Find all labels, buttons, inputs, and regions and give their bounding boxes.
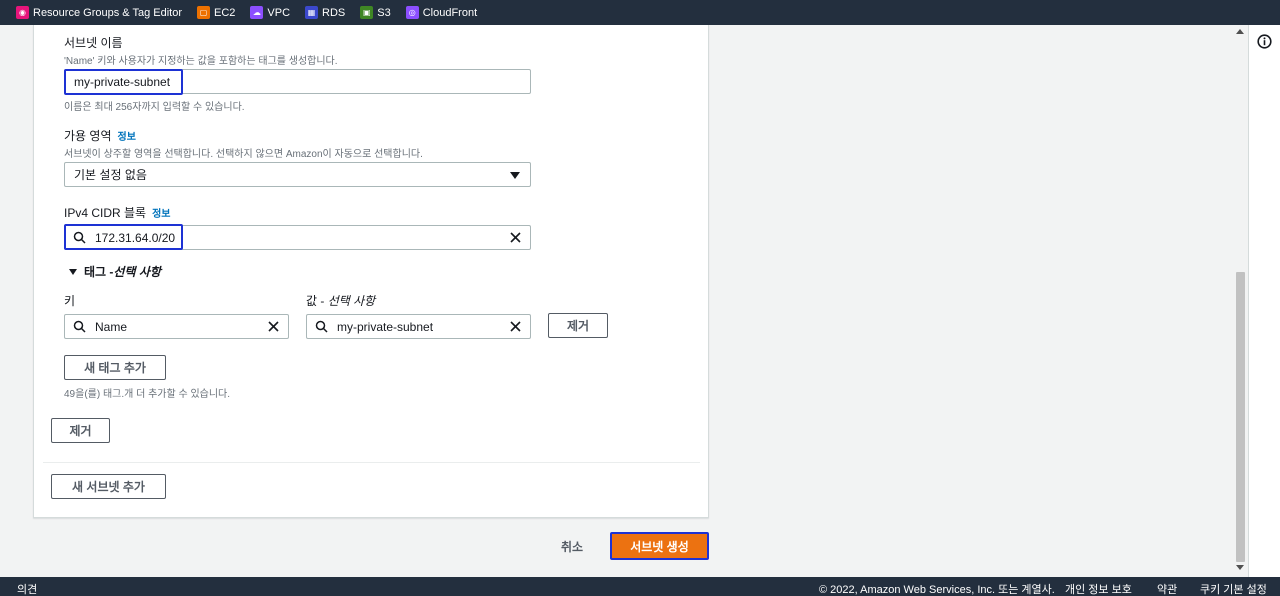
tag-key-label: 키 bbox=[64, 294, 76, 308]
s3-icon: ▣ bbox=[360, 6, 374, 19]
add-subnet-button[interactable]: 새 서브넷 추가 bbox=[51, 474, 166, 499]
favorite-label: Resource Groups & Tag Editor bbox=[33, 6, 182, 19]
create-subnet-button[interactable]: 서브넷 생성 bbox=[610, 532, 709, 560]
privacy-link[interactable]: 개인 정보 보호 bbox=[1065, 581, 1132, 596]
favorite-resource-groups[interactable]: ◉ Resource Groups & Tag Editor bbox=[16, 6, 182, 19]
feedback-link[interactable]: 의견 bbox=[17, 581, 37, 596]
tag-value-label: 값 - 선택 사항 bbox=[306, 292, 375, 309]
availability-zone-description: 서브넷이 상주할 영역을 선택합니다. 선택하지 않으면 Amazon이 자동으… bbox=[64, 149, 423, 160]
availability-zone-select[interactable]: 기본 설정 없음 bbox=[64, 162, 531, 187]
caret-down-icon bbox=[69, 268, 77, 275]
tags-section-toggle[interactable]: 태그 - 선택 사항 bbox=[69, 263, 161, 280]
search-icon bbox=[315, 320, 328, 333]
favorites-bar: ◉ Resource Groups & Tag Editor ▢ EC2 ☁ V… bbox=[0, 0, 1280, 25]
availability-zone-info-link[interactable]: 정보 bbox=[118, 132, 136, 143]
cancel-button[interactable]: 취소 bbox=[555, 536, 589, 556]
favorite-s3[interactable]: ▣ S3 bbox=[360, 6, 391, 19]
tag-key-input[interactable]: Name bbox=[64, 314, 289, 339]
tags-section-label-optional: 선택 사항 bbox=[113, 265, 161, 279]
help-panel-rail bbox=[1248, 25, 1280, 577]
tag-value-label-optional: 선택 사항 bbox=[327, 294, 376, 308]
favorite-vpc[interactable]: ☁ VPC bbox=[250, 6, 290, 19]
close-icon[interactable] bbox=[267, 320, 280, 333]
search-icon bbox=[73, 320, 86, 333]
availability-zone-label-text: 가용 영역 bbox=[64, 129, 112, 143]
rds-icon: ▦ bbox=[305, 6, 319, 19]
info-icon[interactable] bbox=[1257, 34, 1272, 49]
focus-ring bbox=[64, 69, 183, 95]
favorite-label: S3 bbox=[377, 6, 391, 19]
availability-zone-selected: 기본 설정 없음 bbox=[74, 168, 147, 182]
tags-remaining-note: 49을(를) 태그.개 더 추가할 수 있습니다. bbox=[64, 389, 231, 400]
subnet-name-label: 서브넷 이름 bbox=[64, 36, 123, 50]
tag-value-input[interactable]: my-private-subnet bbox=[306, 314, 531, 339]
favorite-cloudfront[interactable]: ◎ CloudFront bbox=[405, 6, 478, 19]
scroll-up-arrow-icon[interactable] bbox=[1236, 29, 1244, 34]
subnet-name-description: 'Name' 키와 사용자가 지정하는 값을 포함하는 태그를 생성합니다. bbox=[64, 56, 338, 67]
favorite-label: RDS bbox=[322, 6, 346, 19]
close-icon[interactable] bbox=[509, 231, 522, 244]
ec2-icon: ▢ bbox=[196, 6, 210, 19]
close-icon[interactable] bbox=[509, 320, 522, 333]
tags-section-label-prefix: 태그 - bbox=[84, 265, 114, 279]
cloudfront-icon: ◎ bbox=[405, 6, 419, 19]
add-tag-button[interactable]: 새 태그 추가 bbox=[64, 355, 166, 380]
tag-value-label-prefix: 값 - bbox=[306, 294, 328, 308]
tag-key-value: Name bbox=[95, 319, 128, 334]
resource-groups-icon: ◉ bbox=[16, 6, 29, 19]
focus-ring bbox=[64, 224, 183, 250]
terms-link[interactable]: 약관 bbox=[1157, 581, 1177, 596]
favorite-rds[interactable]: ▦ RDS bbox=[305, 6, 345, 19]
remove-tag-button[interactable]: 제거 bbox=[548, 313, 608, 338]
vpc-icon: ☁ bbox=[250, 6, 264, 19]
ipv4-cidr-label-text: IPv4 CIDR 블록 bbox=[64, 206, 147, 220]
subnet-name-constraint: 이름은 최대 256자까지 입력할 수 있습니다. bbox=[64, 102, 245, 113]
favorite-label: CloudFront bbox=[422, 6, 478, 19]
ipv4-cidr-info-link[interactable]: 정보 bbox=[152, 209, 170, 220]
subnet-settings-panel: 서브넷 이름 'Name' 키와 사용자가 지정하는 값을 포함하는 태그를 생… bbox=[33, 25, 709, 518]
scroll-down-arrow-icon[interactable] bbox=[1236, 565, 1244, 570]
availability-zone-label: 가용 영역 정보 bbox=[64, 127, 136, 144]
remove-subnet-button[interactable]: 제거 bbox=[51, 418, 110, 443]
favorite-label: VPC bbox=[267, 6, 291, 19]
cookie-preferences-link[interactable]: 쿠키 기본 설정 bbox=[1200, 581, 1267, 596]
caret-down-icon bbox=[510, 172, 520, 179]
favorite-ec2[interactable]: ▢ EC2 bbox=[196, 6, 236, 19]
ipv4-cidr-label: IPv4 CIDR 블록 정보 bbox=[64, 204, 171, 221]
scrollbar-thumb[interactable] bbox=[1236, 272, 1245, 562]
copyright-text: © 2022, Amazon Web Services, Inc. 또는 계열사… bbox=[819, 584, 1055, 596]
footer: 의견 © 2022, Amazon Web Services, Inc. 또는 … bbox=[0, 577, 1280, 596]
favorite-label: EC2 bbox=[213, 6, 236, 19]
tag-value-value: my-private-subnet bbox=[337, 319, 434, 334]
divider bbox=[43, 462, 700, 463]
